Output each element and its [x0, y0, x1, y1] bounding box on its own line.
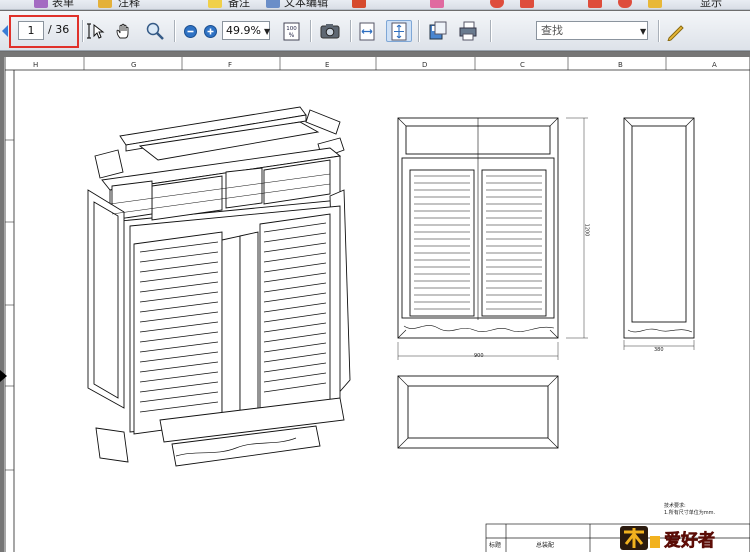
title-block-name: 总装配	[536, 542, 555, 549]
page-number-input[interactable]: 1	[18, 21, 44, 40]
fit-width-icon	[359, 22, 375, 40]
menu-item-show[interactable]: 显示	[700, 0, 722, 9]
pencil-ruler-icon	[667, 25, 684, 41]
actual-size-button[interactable]: 100 %	[280, 20, 302, 42]
print-icon	[459, 21, 477, 41]
actual-size-icon: 100 %	[283, 22, 299, 40]
title-block-label: 标题	[489, 542, 502, 549]
brand-logo: 爱好者	[618, 522, 746, 552]
hand-tool-button[interactable]	[112, 20, 136, 42]
text-edit-icon	[266, 0, 280, 8]
toolbar-divider	[174, 20, 175, 42]
menu-item-form[interactable]: 表单	[52, 0, 74, 9]
drawing-sheet: H G F E D C B A 900 1200 380 技术要求: 1.所有尺…	[4, 57, 750, 552]
toolbar-divider	[82, 20, 83, 42]
arrow-icon	[520, 0, 534, 8]
column-label-b: B	[618, 61, 623, 69]
hand-tool-icon	[116, 23, 129, 39]
toolbar-divider	[658, 20, 659, 42]
print-button[interactable]	[456, 20, 480, 42]
toolbar-divider	[310, 20, 311, 42]
tech-notes-line: 1.所有尺寸单位为mm.	[664, 510, 716, 516]
note-icon	[208, 0, 222, 8]
page-total-label: / 36	[48, 23, 70, 36]
toolbar-divider	[350, 20, 351, 42]
page-edge-marker-icon	[0, 370, 7, 382]
save-copy-icon	[429, 21, 447, 40]
save-copy-button[interactable]	[426, 20, 450, 42]
column-label-a: A	[712, 61, 717, 69]
menu-item-comment[interactable]: 注释	[118, 0, 140, 9]
column-label-e: E	[325, 61, 330, 69]
edit-pen-button[interactable]	[664, 20, 688, 42]
toolbar: 1 / 36 49.9% ▼ 100 % 查找 ▼	[0, 11, 750, 51]
fit-page-button[interactable]	[386, 20, 412, 42]
dimension-side-width: 380	[654, 347, 664, 353]
previous-page-icon	[2, 25, 8, 37]
rectangle-icon	[588, 0, 602, 8]
shape-icon	[490, 0, 504, 8]
search-input[interactable]: 查找	[536, 21, 648, 40]
svg-text:%: %	[288, 32, 294, 39]
toolbar-divider	[418, 20, 419, 42]
select-tool-button[interactable]	[84, 20, 108, 42]
column-label-h: H	[33, 61, 39, 69]
column-label-g: G	[131, 61, 137, 69]
snapshot-button[interactable]	[318, 20, 342, 42]
comment-icon	[98, 0, 112, 8]
zoom-in-button[interactable]	[202, 20, 218, 42]
menu-bar: 表单 注释 备注 文本编辑 显示	[0, 0, 750, 10]
zoom-dropdown-arrow-icon[interactable]: ▼	[264, 27, 270, 36]
pencil-icon	[648, 0, 662, 8]
form-icon	[34, 0, 48, 8]
fit-page-icon	[391, 22, 407, 40]
toolbar-divider	[490, 20, 491, 42]
search-dropdown-arrow-icon[interactable]: ▼	[640, 27, 646, 36]
zoom-in-icon	[203, 24, 217, 38]
stamp-icon	[352, 0, 366, 8]
column-label-d: D	[422, 61, 428, 69]
pdf-viewer-window: 表单 注释 备注 文本编辑 显示 1 / 36 49.9% ▼ 100 % 查找…	[0, 0, 750, 552]
column-label-f: F	[228, 61, 233, 69]
zoom-level-input[interactable]: 49.9%	[222, 21, 270, 40]
zoom-out-button[interactable]	[182, 20, 198, 42]
zoom-out-icon	[183, 24, 197, 38]
ellipse-icon	[618, 0, 632, 8]
brand-logo-text: 爱好者	[664, 530, 715, 551]
camera-icon	[320, 24, 340, 39]
column-label-c: C	[520, 61, 525, 69]
select-tool-icon	[87, 23, 105, 39]
logo-graphic: 爱好者	[620, 526, 715, 551]
zoom-tool-icon	[146, 22, 164, 40]
menu-item-note[interactable]: 备注	[228, 0, 250, 9]
highlight-icon	[430, 0, 444, 8]
tech-notes-title: 技术要求:	[664, 503, 686, 509]
dimension-front-height: 1200	[583, 223, 590, 237]
menu-item-text-edit[interactable]: 文本编辑	[284, 0, 328, 9]
technical-drawing	[4, 57, 750, 552]
zoom-tool-button[interactable]	[142, 20, 168, 42]
document-canvas[interactable]: H G F E D C B A 900 1200 380 技术要求: 1.所有尺…	[0, 52, 750, 552]
dimension-front-width: 900	[474, 353, 484, 359]
fit-width-button[interactable]	[356, 20, 378, 42]
